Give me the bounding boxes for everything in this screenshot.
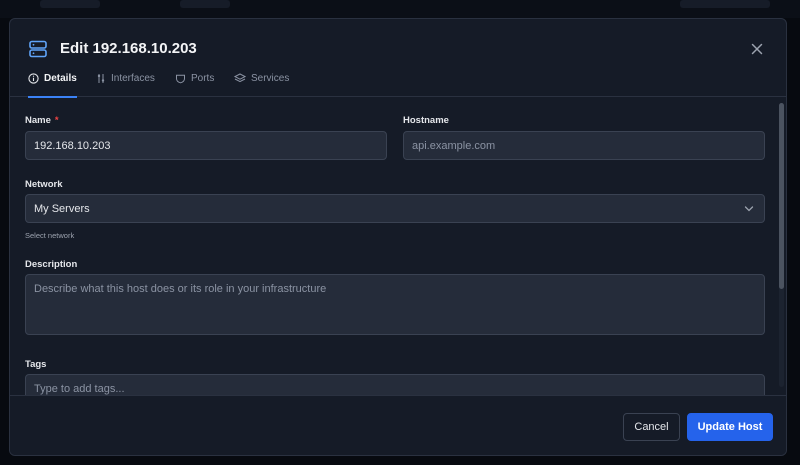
tab-label: Ports <box>191 73 215 84</box>
name-label-text: Name <box>25 115 51 126</box>
close-icon[interactable] <box>748 40 766 58</box>
tab-label: Details <box>44 73 77 84</box>
backdrop <box>0 0 800 18</box>
backdrop-element <box>680 0 770 8</box>
server-icon <box>29 40 47 58</box>
network-selected-value: My Servers <box>34 202 90 215</box>
tab-label: Interfaces <box>111 73 155 84</box>
shield-icon <box>176 74 185 84</box>
tags-label: Tags <box>25 359 47 370</box>
layers-icon <box>234 73 246 83</box>
update-host-button[interactable]: Update Host <box>687 413 773 441</box>
tab-interfaces[interactable]: Interfaces <box>96 71 155 97</box>
cancel-button[interactable]: Cancel <box>623 413 680 441</box>
required-marker: * <box>54 115 59 126</box>
hostname-input[interactable] <box>403 131 765 160</box>
scrollbar[interactable] <box>779 103 784 387</box>
dialog-header: Edit 192.168.10.203 Details Interfaces P… <box>10 19 786 98</box>
name-input[interactable] <box>25 131 387 160</box>
description-textarea[interactable] <box>25 274 765 335</box>
name-label: Name * <box>25 115 59 126</box>
chevron-down-icon <box>744 206 754 212</box>
interfaces-icon <box>97 74 105 83</box>
backdrop-element <box>40 0 100 8</box>
tab-bar: Details Interfaces Ports Services <box>10 71 786 98</box>
backdrop-element <box>180 0 230 8</box>
info-icon <box>28 73 39 84</box>
tab-services[interactable]: Services <box>234 71 289 97</box>
tab-label: Services <box>251 73 290 84</box>
network-label: Network <box>25 179 63 190</box>
tab-details[interactable]: Details <box>28 71 77 98</box>
tab-ports[interactable]: Ports <box>175 71 214 97</box>
dialog-title: Edit 192.168.10.203 <box>60 40 197 57</box>
description-label: Description <box>25 259 78 270</box>
edit-host-dialog: Edit 192.168.10.203 Details Interfaces P… <box>9 18 787 456</box>
dialog-footer: Cancel Update Host <box>10 395 786 455</box>
scrollbar-thumb[interactable] <box>779 103 784 289</box>
hostname-label: Hostname <box>403 115 449 126</box>
dialog-body: Name* Hostname Network My Servers Select… <box>10 97 780 395</box>
tags-input[interactable] <box>25 374 765 395</box>
network-hint: Select network <box>25 231 75 240</box>
network-select[interactable]: My Servers <box>25 194 765 223</box>
